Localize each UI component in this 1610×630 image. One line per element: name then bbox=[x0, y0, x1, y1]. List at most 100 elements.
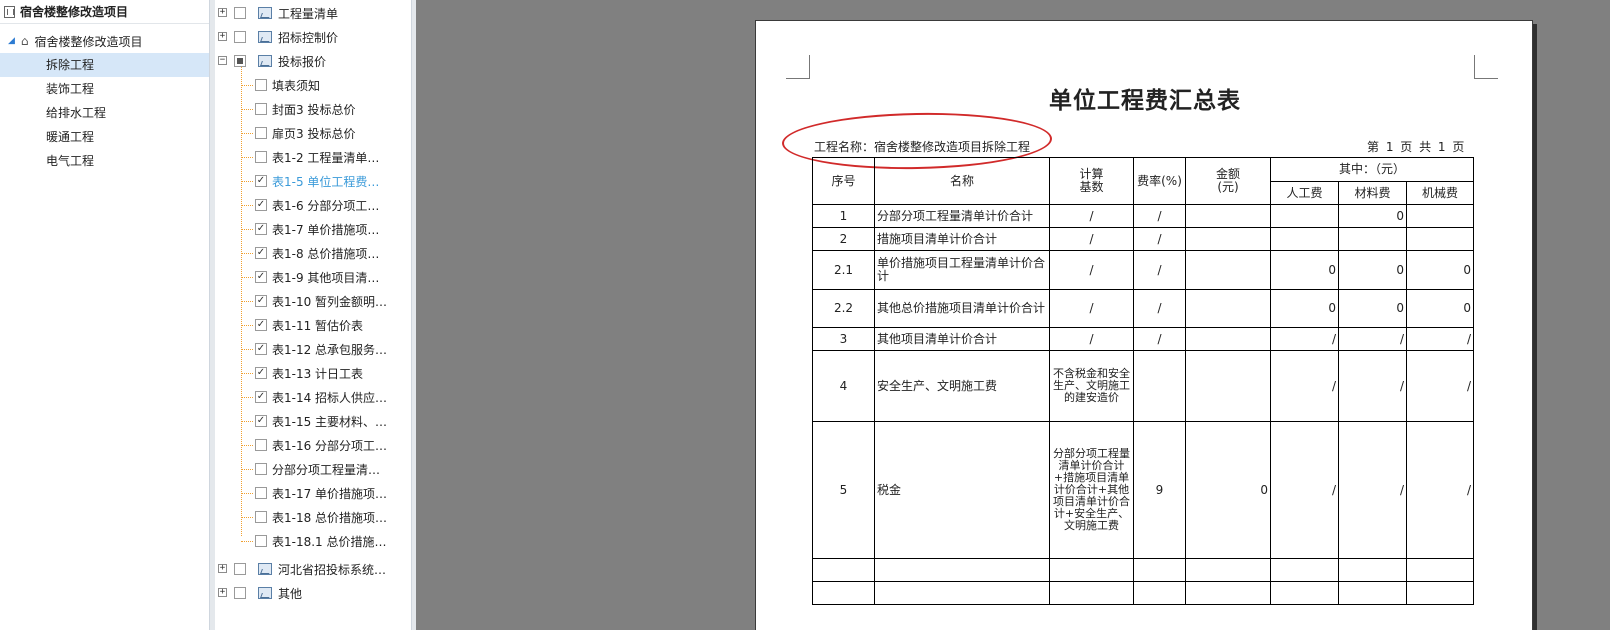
report-item[interactable]: 填表须知 bbox=[215, 73, 412, 97]
report-item[interactable]: ✓ 表1-9 其他项目清… bbox=[215, 265, 412, 289]
checkbox[interactable] bbox=[255, 127, 267, 139]
cell-base: / bbox=[1049, 250, 1134, 290]
report-item-label: 表1-2 工程量清单… bbox=[272, 151, 380, 165]
checkbox[interactable]: ✓ bbox=[255, 295, 267, 307]
report-item-label: 表1-16 分部分项工… bbox=[272, 439, 388, 453]
report-item[interactable]: ✓ 表1-13 计日工表 bbox=[215, 361, 412, 385]
collapse-icon[interactable]: − bbox=[218, 56, 227, 65]
cell-machine: / bbox=[1406, 421, 1474, 559]
tree-branch-line bbox=[241, 325, 253, 326]
cell-machine: / bbox=[1406, 350, 1474, 422]
print-preview[interactable]: 单位工程费汇总表 工程名称：宿舍楼整修改造项目拆除工程 第 1 页 共 1 页 … bbox=[416, 0, 1610, 630]
checkbox[interactable] bbox=[255, 151, 267, 163]
checkbox[interactable] bbox=[255, 439, 267, 451]
tree-group-bid-price[interactable]: − 投标报价 bbox=[215, 49, 412, 73]
table-row: 2.1 单价措施项目工程量清单计价合计 //0 0 0 bbox=[812, 250, 1474, 290]
report-item[interactable]: ✓ 表1-12 总承包服务… bbox=[215, 337, 412, 361]
report-folder-icon bbox=[258, 7, 272, 19]
project-root-label: 宿舍楼整修改造项目 bbox=[20, 5, 129, 19]
home-icon: ⌂ bbox=[20, 34, 29, 48]
unit-item-electrical[interactable]: 电气工程 bbox=[0, 149, 209, 173]
checkbox[interactable] bbox=[255, 463, 267, 475]
cell-seq: 2.1 bbox=[812, 250, 875, 290]
project-root-title[interactable]: 宿舍楼整修改造项目 bbox=[0, 0, 209, 24]
report-item[interactable]: 表1-17 单价措施项… bbox=[215, 481, 412, 505]
report-item[interactable]: ✓ 表1-6 分部分项工… bbox=[215, 193, 412, 217]
checkbox[interactable] bbox=[234, 563, 246, 575]
unit-item-demolition[interactable]: 拆除工程 bbox=[0, 53, 209, 77]
checkbox[interactable]: ✓ bbox=[255, 319, 267, 331]
header-of-which: 其中：（元） bbox=[1270, 157, 1474, 182]
report-item[interactable]: ✓ 表1-14 招标人供应… bbox=[215, 385, 412, 409]
tree-branch-line bbox=[241, 493, 253, 494]
report-item[interactable]: 表1-2 工程量清单… bbox=[215, 145, 412, 169]
summary-table: 序号 名称 计算 基数 费率(%) 金额 (元) 其中：（元） 人工费 材料费 机械… bbox=[812, 157, 1474, 605]
cell-material: / bbox=[1338, 350, 1407, 422]
tree-group-bill[interactable]: + 工程量清单 bbox=[215, 1, 412, 25]
report-item[interactable]: 扉页3 投标总价 bbox=[215, 121, 412, 145]
checkbox[interactable]: ✓ bbox=[255, 271, 267, 283]
cell-amount bbox=[1185, 327, 1271, 351]
expand-icon[interactable]: + bbox=[218, 588, 227, 597]
checkbox[interactable]: ✓ bbox=[255, 199, 267, 211]
cell-name: 其他总价措施项目清单计价合计 bbox=[874, 289, 1050, 328]
expand-icon[interactable]: + bbox=[218, 32, 227, 41]
crop-mark bbox=[1474, 55, 1498, 79]
cell-rate: / bbox=[1133, 289, 1186, 328]
unit-item-plumbing[interactable]: 给排水工程 bbox=[0, 101, 209, 125]
report-item[interactable]: 表1-18.1 总价措施… bbox=[215, 529, 412, 553]
table-row: 3 其他项目清单计价合计 / / / / / bbox=[812, 327, 1474, 351]
checkbox[interactable] bbox=[255, 103, 267, 115]
tree-group-label: 投标报价 bbox=[278, 55, 327, 69]
report-item[interactable]: ✓ 表1-5 单位工程费… bbox=[215, 169, 412, 193]
tree-group-other[interactable]: + 其他 bbox=[215, 581, 412, 605]
report-item[interactable]: ✓ 表1-15 主要材料、… bbox=[215, 409, 412, 433]
checkbox[interactable] bbox=[255, 79, 267, 91]
checkbox[interactable]: ✓ bbox=[255, 391, 267, 403]
report-item[interactable]: 分部分项工程量清… bbox=[215, 457, 412, 481]
report-item-label: 表1-17 单价措施项… bbox=[272, 487, 388, 501]
tree-group-hebei-system[interactable]: + 河北省招投标系统… bbox=[215, 557, 412, 581]
checkbox[interactable]: ✓ bbox=[255, 415, 267, 427]
expand-icon[interactable]: + bbox=[218, 8, 227, 17]
unit-item-hvac[interactable]: 暖通工程 bbox=[0, 125, 209, 149]
report-item[interactable]: ✓ 表1-11 暂估价表 bbox=[215, 313, 412, 337]
checkbox[interactable] bbox=[255, 535, 267, 547]
tree-branch-line bbox=[241, 469, 253, 470]
report-item[interactable]: 封面3 投标总价 bbox=[215, 97, 412, 121]
report-item[interactable]: ✓ 表1-8 总价措施项… bbox=[215, 241, 412, 265]
report-folder-icon bbox=[258, 31, 272, 43]
tree-branch-line bbox=[241, 301, 253, 302]
checkbox[interactable]: ✓ bbox=[255, 343, 267, 355]
report-item[interactable]: 表1-18 总价措施项… bbox=[215, 505, 412, 529]
cell-rate: / bbox=[1133, 327, 1186, 351]
checkbox[interactable] bbox=[234, 7, 246, 19]
cell-amount: 0 bbox=[1185, 421, 1271, 559]
checkbox[interactable] bbox=[234, 31, 246, 43]
unit-item-decoration[interactable]: 装饰工程 bbox=[0, 77, 209, 101]
checkbox[interactable]: ✓ bbox=[255, 247, 267, 259]
report-item[interactable]: ✓ 表1-10 暂列金额明… bbox=[215, 289, 412, 313]
tree-group-control-price[interactable]: + 招标控制价 bbox=[215, 25, 412, 49]
tree-branch-line bbox=[241, 133, 253, 134]
checkbox[interactable]: ✓ bbox=[255, 223, 267, 235]
report-item[interactable]: 表1-16 分部分项工… bbox=[215, 433, 412, 457]
checkbox[interactable]: ✓ bbox=[255, 175, 267, 187]
checkbox[interactable] bbox=[234, 587, 246, 599]
checkbox[interactable] bbox=[255, 511, 267, 523]
project-node-label: 宿舍楼整修改造项目 bbox=[34, 34, 143, 49]
checkbox[interactable]: ✓ bbox=[255, 367, 267, 379]
report-item[interactable]: ✓ 表1-7 单价措施项… bbox=[215, 217, 412, 241]
report-tree: + 工程量清单 + 招标控制价 − 投标报价 填表须知 封面3 投标总价 扉页3 投… bbox=[215, 0, 412, 630]
cell-machine bbox=[1406, 227, 1474, 251]
cell-labor: / bbox=[1270, 421, 1339, 559]
expand-icon[interactable]: + bbox=[218, 564, 227, 573]
checkbox[interactable] bbox=[255, 487, 267, 499]
header-amount: 金额 (元) bbox=[1185, 157, 1271, 205]
checkbox-partial[interactable] bbox=[234, 55, 246, 67]
cell-labor bbox=[1270, 204, 1339, 228]
chevron-down-icon[interactable]: ◢ bbox=[8, 36, 15, 46]
project-node[interactable]: ◢ ⌂ 宿舍楼整修改造项目 bbox=[0, 29, 209, 53]
report-item-label: 表1-9 其他项目清… bbox=[272, 271, 380, 285]
cell-labor: / bbox=[1270, 327, 1339, 351]
